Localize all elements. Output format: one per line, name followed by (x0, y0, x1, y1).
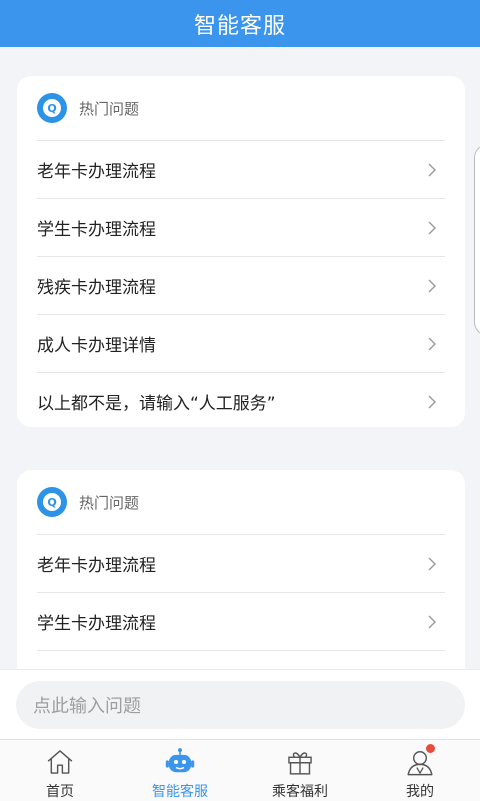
tab-home[interactable]: 首页 (0, 740, 120, 801)
tab-passenger-benefits[interactable]: 乘客福利 (240, 740, 360, 801)
chevron-right-icon (428, 557, 436, 570)
chat-scroll-area[interactable]: Q 热门问题 老年卡办理流程 学生卡办理流程 残疾卡办理流程 成人卡办理详情 以… (0, 47, 480, 669)
input-placeholder: 点此输入问题 (33, 696, 141, 717)
q-bubble-icon: Q (37, 93, 67, 123)
question-label: 学生卡办理流程 (37, 220, 156, 240)
home-icon (47, 750, 73, 774)
question-label: 残疾卡办理流程 (37, 278, 156, 298)
question-label: 老年卡办理流程 (37, 162, 156, 182)
card-header: Q 热门问题 (17, 76, 465, 140)
chevron-right-icon (428, 221, 436, 234)
page-title: 智能客服 (193, 13, 286, 39)
card-title: 热门问题 (79, 493, 140, 512)
question-item-human-service[interactable]: 以上都不是，请输入“人工服务” (37, 372, 445, 430)
question-item-student-card[interactable]: 学生卡办理流程 (37, 198, 445, 256)
bottom-tab-bar: 首页 智能客服 乘客福利 我的 (0, 739, 480, 801)
robot-icon (165, 748, 195, 773)
hot-questions-card: Q 热门问题 老年卡办理流程 学生卡办理流程 残疾卡办理流程 成人卡办理详情 以… (17, 76, 465, 427)
question-item-elderly-card[interactable]: 老年卡办理流程 (37, 140, 445, 198)
question-input[interactable]: 点此输入问题 (16, 681, 465, 729)
question-label: 以上都不是，请输入“人工服务” (37, 394, 276, 414)
question-item-student-card[interactable]: 学生卡办理流程 (37, 592, 445, 650)
question-row-divider (37, 650, 445, 669)
notification-badge (426, 744, 435, 753)
tab-label: 乘客福利 (272, 784, 328, 800)
input-bar: 点此输入问题 (0, 669, 480, 740)
chevron-right-icon (428, 163, 436, 176)
question-label: 老年卡办理流程 (37, 556, 156, 576)
side-panel-handle[interactable] (474, 144, 480, 336)
chevron-right-icon (428, 337, 436, 350)
chevron-right-icon (428, 615, 436, 628)
tab-label: 智能客服 (152, 784, 208, 800)
app-header: 智能客服 (0, 0, 480, 47)
question-item-disability-card[interactable]: 残疾卡办理流程 (37, 256, 445, 314)
question-item-adult-card[interactable]: 成人卡办理详情 (37, 314, 445, 372)
gift-icon (288, 752, 312, 775)
card-title: 热门问题 (79, 99, 140, 118)
question-item-elderly-card[interactable]: 老年卡办理流程 (37, 534, 445, 592)
hot-questions-card: Q 热门问题 老年卡办理流程 学生卡办理流程 (17, 470, 465, 669)
card-header: Q 热门问题 (17, 470, 465, 534)
question-label: 学生卡办理流程 (37, 614, 156, 634)
tab-label: 首页 (46, 784, 74, 800)
tab-label: 我的 (406, 784, 434, 800)
q-bubble-icon: Q (37, 487, 67, 517)
tab-smart-service[interactable]: 智能客服 (120, 740, 240, 801)
tab-mine[interactable]: 我的 (360, 740, 480, 801)
chevron-right-icon (428, 395, 436, 408)
question-label: 成人卡办理详情 (37, 336, 156, 356)
chevron-right-icon (428, 279, 436, 292)
